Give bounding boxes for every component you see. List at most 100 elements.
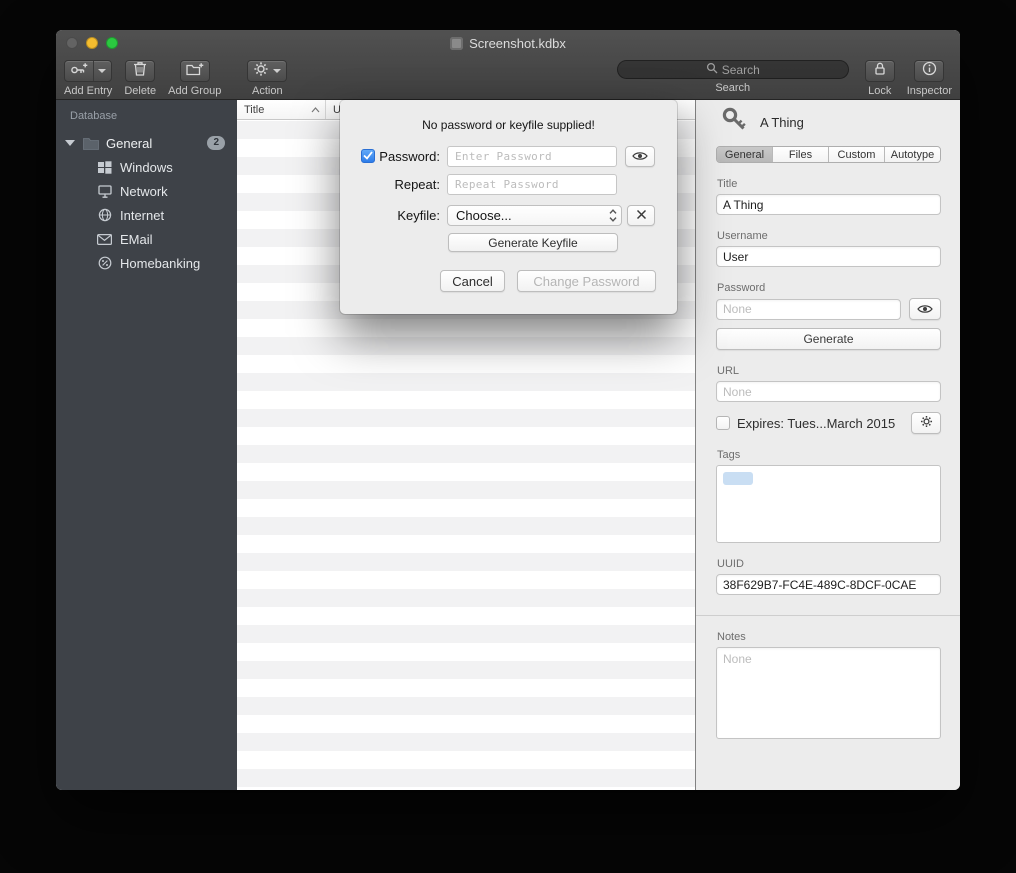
search-placeholder: Search xyxy=(722,63,760,77)
lock-button[interactable]: Lock xyxy=(865,60,895,97)
reveal-password-button[interactable] xyxy=(909,298,941,320)
cancel-button[interactable]: Cancel xyxy=(440,270,505,292)
window-title: Screenshot.kdbx xyxy=(469,36,566,51)
inspector-button[interactable]: Inspector xyxy=(907,60,952,97)
chevron-down-icon xyxy=(273,69,281,73)
search-label: Search xyxy=(715,82,750,94)
expires-row: Expires: Tues...March 2015 xyxy=(716,412,941,434)
sidebar-item-homebanking[interactable]: Homebanking xyxy=(56,251,237,275)
sidebar-item-label: Network xyxy=(120,184,168,199)
sidebar-item-email[interactable]: EMail xyxy=(56,227,237,251)
sidebar: Database General 2 Windows Network xyxy=(56,100,237,790)
percent-coin-icon xyxy=(96,256,113,270)
notes-label: Notes xyxy=(717,631,941,643)
password-label: Password: xyxy=(376,149,440,164)
repeat-password-input[interactable] xyxy=(447,174,617,195)
url-field[interactable] xyxy=(716,381,941,402)
sidebar-item-internet[interactable]: Internet xyxy=(56,203,237,227)
expires-options-button[interactable] xyxy=(911,412,941,434)
eye-icon xyxy=(917,302,933,317)
entry-header: A Thing xyxy=(716,100,941,132)
add-group-button[interactable]: Add Group xyxy=(168,60,221,100)
reveal-password-button[interactable] xyxy=(625,146,655,167)
keyfile-select[interactable]: Choose... xyxy=(447,205,622,226)
generate-password-button[interactable]: Generate xyxy=(716,328,941,350)
window-header: Screenshot.kdbx Add Entry D xyxy=(56,30,960,100)
tab-label: Files xyxy=(789,149,812,161)
sidebar-group-general[interactable]: General 2 xyxy=(56,131,237,155)
trash-icon xyxy=(133,61,147,81)
action-label: Action xyxy=(252,85,283,97)
disclosure-triangle-icon[interactable] xyxy=(65,140,75,146)
delete-label: Delete xyxy=(124,85,156,97)
add-entry-dropdown[interactable] xyxy=(93,61,106,81)
generate-keyfile-button[interactable]: Generate Keyfile xyxy=(448,233,618,252)
url-field-label: URL xyxy=(717,365,941,377)
tab-autotype[interactable]: Autotype xyxy=(885,147,940,162)
globe-icon xyxy=(96,208,113,222)
tab-files[interactable]: Files xyxy=(773,147,829,162)
key-icon xyxy=(721,106,747,139)
tab-label: Autotype xyxy=(891,149,934,161)
window-title-area: Screenshot.kdbx xyxy=(450,36,566,51)
toolbar: Add Entry Delete Add Group xyxy=(56,57,960,100)
uuid-field[interactable] xyxy=(716,574,941,595)
minimize-button[interactable] xyxy=(86,37,98,49)
search-input[interactable]: Search xyxy=(617,60,849,79)
delete-button[interactable]: Delete xyxy=(124,60,156,100)
zoom-button[interactable] xyxy=(106,37,118,49)
sidebar-item-label: Homebanking xyxy=(120,256,200,271)
network-icon xyxy=(96,185,113,198)
eye-icon xyxy=(632,149,648,164)
inspector-label: Inspector xyxy=(907,85,952,97)
column-header-title[interactable]: Title xyxy=(237,104,325,116)
info-icon xyxy=(922,61,937,81)
add-group-label: Add Group xyxy=(168,85,221,97)
tags-box[interactable] xyxy=(716,465,941,543)
sidebar-item-windows[interactable]: Windows xyxy=(56,155,237,179)
tab-general[interactable]: General xyxy=(717,147,773,162)
title-field[interactable] xyxy=(716,194,941,215)
folder-icon xyxy=(82,137,99,150)
clear-keyfile-button[interactable] xyxy=(627,205,655,226)
password-field-label: Password xyxy=(717,282,941,294)
tab-custom[interactable]: Custom xyxy=(829,147,885,162)
username-field[interactable] xyxy=(716,246,941,267)
sidebar-section-header: Database xyxy=(70,110,237,122)
expires-checkbox[interactable] xyxy=(716,416,730,430)
chevron-down-icon xyxy=(98,69,106,73)
sidebar-item-network[interactable]: Network xyxy=(56,179,237,203)
x-icon xyxy=(636,208,647,223)
username-field-label: Username xyxy=(717,230,941,242)
gear-icon xyxy=(920,415,933,431)
repeat-label: Repeat: xyxy=(376,177,440,192)
tab-label: Custom xyxy=(838,149,876,161)
add-entry-button[interactable]: Add Entry xyxy=(64,60,112,100)
sort-ascending-icon xyxy=(311,104,320,116)
change-password-dialog: No password or keyfile supplied! Passwor… xyxy=(340,100,677,314)
gear-icon xyxy=(253,61,269,82)
sidebar-item-label: EMail xyxy=(120,232,153,247)
column-title-label: Title xyxy=(244,104,264,116)
password-checkbox[interactable] xyxy=(361,149,375,163)
tag-chip[interactable] xyxy=(723,472,753,485)
windows-icon xyxy=(96,161,113,174)
up-down-chevrons-icon xyxy=(609,209,617,222)
lock-label: Lock xyxy=(868,85,891,97)
notes-field[interactable] xyxy=(716,647,941,739)
close-button[interactable] xyxy=(66,37,78,49)
tags-label: Tags xyxy=(717,449,941,461)
uuid-label: UUID xyxy=(717,558,941,570)
change-password-button[interactable]: Change Password xyxy=(517,270,656,292)
password-field[interactable] xyxy=(716,299,901,320)
section-divider xyxy=(696,615,960,616)
tab-label: General xyxy=(725,149,764,161)
sidebar-group-label: General xyxy=(106,136,152,151)
titlebar[interactable]: Screenshot.kdbx xyxy=(56,30,960,57)
entry-count-badge: 2 xyxy=(207,136,225,150)
envelope-icon xyxy=(96,234,113,245)
password-input[interactable] xyxy=(447,146,617,167)
checkmark-icon xyxy=(363,147,373,165)
inspector-tabs: General Files Custom Autotype xyxy=(716,146,941,163)
action-button[interactable]: Action xyxy=(247,60,287,100)
